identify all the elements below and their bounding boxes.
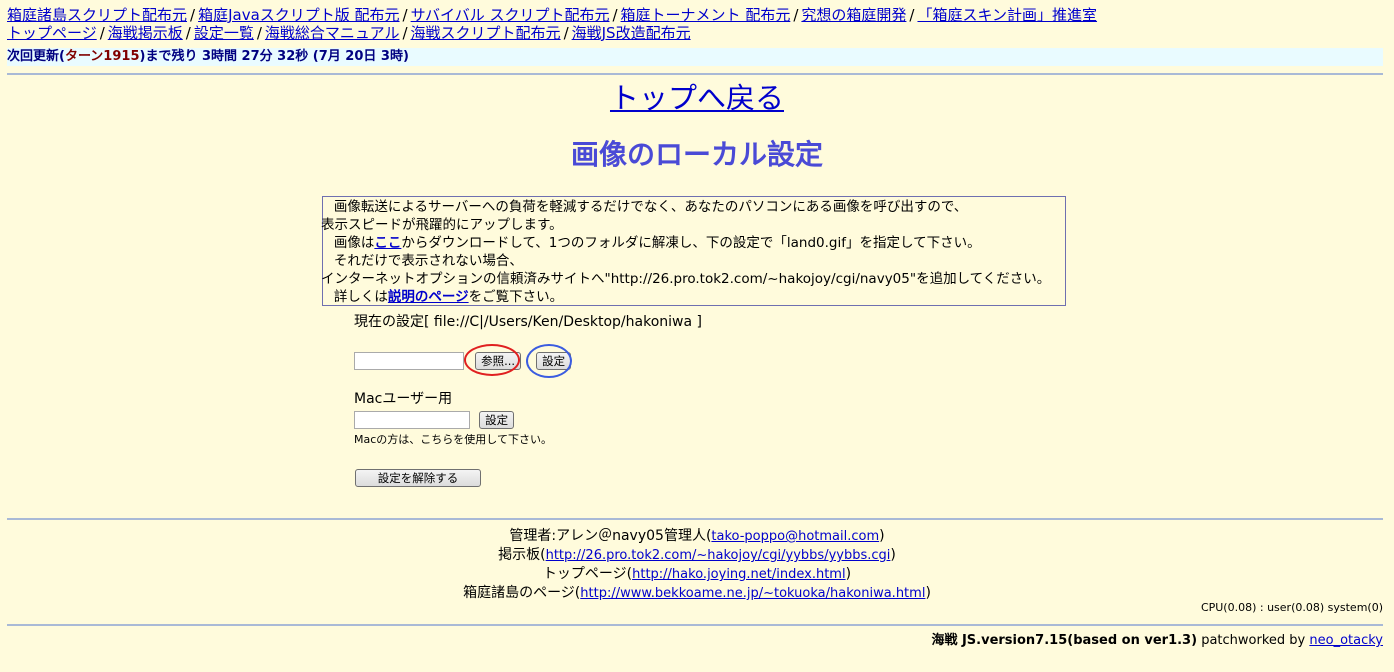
mac-setting-row: 設定 bbox=[354, 409, 515, 429]
footer-bbs: 掲示板(http://26.pro.tok2.com/~hakojoy/cgi/… bbox=[498, 547, 896, 563]
mac-note: Macの方は、こちらを使用して下さい。 bbox=[354, 433, 552, 446]
nav-separator: / bbox=[185, 24, 191, 42]
nav-link-kyuso[interactable]: 究想の箱庭開発 bbox=[801, 6, 906, 24]
nav-link-manual[interactable]: 海戦総合マニュアル bbox=[265, 24, 400, 42]
hakoniwa-url-link[interactable]: http://www.bekkoame.ne.jp/~tokuoka/hakon… bbox=[580, 586, 925, 601]
patch-author-link[interactable]: neo_otacky bbox=[1309, 633, 1383, 648]
info-line-4: それだけで表示されない場合、 bbox=[333, 253, 523, 269]
nav-separator: / bbox=[402, 6, 408, 24]
current-setting: 現在の設定[ file://C|/Users/Ken/Desktop/hakon… bbox=[354, 314, 702, 330]
nav-link-navy-js[interactable]: 海戦JS改造配布元 bbox=[572, 24, 691, 42]
nav-row-2: トップページ / 海戦掲示板 / 設定一覧 / 海戦総合マニュアル / 海戦スクリプト配布元 / 海… bbox=[7, 24, 1097, 42]
download-here-link[interactable]: ここ bbox=[374, 235, 401, 251]
mac-user-label: Macユーザー用 bbox=[354, 391, 453, 407]
nav-link-hakoniwa-script[interactable]: 箱庭諸島スクリプト配布元 bbox=[7, 6, 187, 24]
footer-info: 管理者:アレン＠navy05管理人(tako-poppo@hotmail.com… bbox=[0, 527, 1394, 603]
back-to-top: トップへ戻る bbox=[0, 80, 1394, 116]
nav-separator: / bbox=[190, 6, 196, 24]
turn-countdown-prefix: 次回更新( bbox=[7, 49, 65, 64]
nav-link-java-script[interactable]: 箱庭Javaスクリプト版 配布元 bbox=[198, 6, 399, 24]
red-annotation-circle bbox=[464, 344, 520, 376]
nav-separator: / bbox=[612, 6, 618, 24]
divider-top bbox=[7, 73, 1383, 75]
cpu-usage: CPU(0.08) : user(0.08) system(0) bbox=[1200, 601, 1383, 614]
version-info: 海戦 JS.version7.15(based on ver1.3) patch… bbox=[931, 633, 1383, 649]
reset-setting-button[interactable]: 設定を解除する bbox=[355, 469, 481, 487]
nav-link-bbs[interactable]: 海戦掲示板 bbox=[108, 24, 183, 42]
footer-admin: 管理者:アレン＠navy05管理人(tako-poppo@hotmail.com… bbox=[509, 528, 885, 544]
nav-link-skin[interactable]: 「箱庭スキン計画」推進室 bbox=[917, 6, 1097, 24]
nav-separator: / bbox=[793, 6, 799, 24]
page-title: 画像のローカル設定 bbox=[570, 138, 823, 171]
info-box: 画像転送によるサーバーへの負荷を軽減するだけでなく、あなたのパソコンにある画像を… bbox=[321, 196, 1066, 306]
patch-prefix: patchworked by bbox=[1201, 633, 1306, 648]
nav-link-tournament[interactable]: 箱庭トーナメント 配布元 bbox=[621, 6, 791, 24]
nav-separator: / bbox=[99, 24, 105, 42]
nav-links: 箱庭諸島スクリプト配布元 / 箱庭Javaスクリプト版 配布元 / サバイバル スクリプ… bbox=[7, 6, 1097, 42]
version-text: 海戦 JS.version7.15(based on ver1.3) bbox=[931, 633, 1198, 648]
blue-annotation-circle bbox=[526, 344, 572, 378]
nav-row-1: 箱庭諸島スクリプト配布元 / 箱庭Javaスクリプト版 配布元 / サバイバル スクリプ… bbox=[7, 6, 1097, 24]
info-line-6: 詳しくは説明のページをご覧下さい。 bbox=[333, 289, 564, 305]
nav-link-settings-list[interactable]: 設定一覧 bbox=[194, 24, 254, 42]
nav-separator: / bbox=[256, 24, 262, 42]
info-line-2: 表示スピードが飛躍的にアップします。 bbox=[321, 217, 563, 233]
nav-link-navy-script[interactable]: 海戦スクリプト配布元 bbox=[411, 24, 561, 42]
footer-hakoniwa: 箱庭諸島のページ(http://www.bekkoame.ne.jp/~toku… bbox=[463, 585, 931, 601]
turn-countdown-suffix: )まで残り 3時間 27分 32秒 (7月 20日 3時) bbox=[139, 49, 409, 64]
nav-link-top-page[interactable]: トップページ bbox=[7, 24, 97, 42]
nav-separator: / bbox=[563, 24, 569, 42]
bbs-url-link[interactable]: http://26.pro.tok2.com/~hakojoy/cgi/yybb… bbox=[546, 548, 891, 563]
mac-path-input[interactable] bbox=[354, 410, 470, 429]
footer-top: トップページ(http://hako.joying.net/index.html… bbox=[542, 566, 852, 582]
info-line-5: インターネットオプションの信頼済みサイトへ"http://26.pro.tok2… bbox=[321, 271, 1051, 287]
image-path-input[interactable] bbox=[354, 351, 464, 370]
explanation-page-link[interactable]: 説明のページ bbox=[388, 289, 469, 305]
nav-separator: / bbox=[909, 6, 915, 24]
info-line-3: 画像はここからダウンロードして、1つのフォルダに解凍し、下の設定で「land0.… bbox=[333, 235, 981, 251]
turn-countdown-bar: 次回更新(ターン1915)まで残り 3時間 27分 32秒 (7月 20日 3時… bbox=[7, 48, 1383, 66]
nav-separator: / bbox=[402, 24, 408, 42]
divider-bottom bbox=[7, 624, 1383, 626]
back-to-top-link[interactable]: トップへ戻る bbox=[610, 81, 784, 115]
mac-set-button[interactable]: 設定 bbox=[479, 410, 515, 429]
divider-middle bbox=[7, 518, 1383, 520]
info-line-1: 画像転送によるサーバーへの負荷を軽減するだけでなく、あなたのパソコンにある画像を… bbox=[333, 199, 968, 215]
turn-number: ターン1915 bbox=[64, 49, 140, 64]
admin-email-link[interactable]: tako-poppo@hotmail.com bbox=[711, 529, 879, 544]
nav-link-survival[interactable]: サバイバル スクリプト配布元 bbox=[411, 6, 610, 24]
top-url-link[interactable]: http://hako.joying.net/index.html bbox=[632, 567, 845, 582]
